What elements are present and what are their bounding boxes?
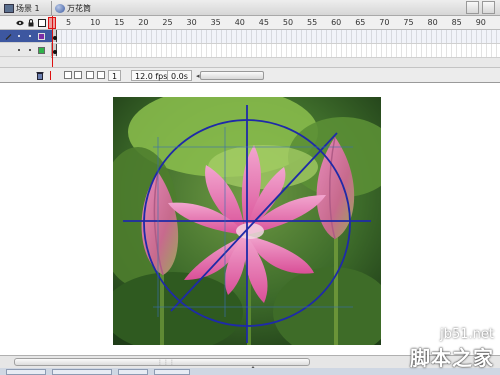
onion-skin-outline-icon[interactable] (74, 71, 82, 79)
breadcrumb-scene[interactable]: 场景 1 (4, 2, 40, 14)
ruler-tick-label: 50 (282, 18, 294, 27)
horizontal-scrollbar[interactable]: ⋮⋮⋮ (14, 358, 310, 366)
eye-icon[interactable] (16, 19, 24, 27)
ruler-tick-label: 55 (307, 18, 318, 27)
frame-row[interactable] (52, 30, 500, 44)
edit-symbol-icon[interactable] (482, 1, 495, 14)
frame-ruler[interactable]: 5101520253035404550556065707580859095 (52, 16, 500, 30)
onion-skin-icon[interactable] (64, 71, 72, 79)
timeline-header: 5101520253035404550556065707580859095 (0, 16, 500, 30)
layer-list (0, 30, 52, 58)
elapsed-time-field[interactable]: 0.0s (167, 70, 192, 81)
ruler-tick-label: 70 (379, 18, 390, 27)
edit-scene-icon[interactable] (466, 1, 479, 14)
ruler-tick-label: 35 (210, 18, 221, 27)
keyframe-dot (53, 50, 57, 54)
lock-dot[interactable] (29, 49, 31, 51)
taskbar-item[interactable] (52, 369, 112, 375)
layer-color-swatch[interactable] (38, 47, 45, 54)
frame-row[interactable] (52, 44, 500, 58)
ruler-tick-label: 65 (355, 18, 366, 27)
ruler-tick-label: 15 (114, 18, 125, 27)
outline-box-icon[interactable] (38, 19, 46, 27)
scroll-left-arrow[interactable]: ◂ (196, 72, 200, 80)
ruler-tick-label: 25 (162, 18, 173, 27)
ruler-tick-label: 85 (451, 18, 462, 27)
timeline-panel: 5101520253035404550556065707580859095 (0, 16, 500, 82)
ruler-tick-label: 75 (403, 18, 414, 27)
keyframe[interactable] (53, 44, 57, 56)
ruler-tick-label: 20 (138, 18, 149, 27)
ruler-tick-label: 80 (427, 18, 438, 27)
ruler-tick-label: 10 (90, 18, 101, 27)
layer-row-selected[interactable] (0, 30, 52, 43)
visibility-dot[interactable] (18, 49, 20, 51)
frame-rate-field[interactable]: 12.0 fps (131, 70, 172, 81)
watermark-name: 脚本之家 (410, 346, 494, 370)
breadcrumb-separator (51, 1, 52, 15)
edit-bar: 场景 1 万花筒 (0, 0, 500, 16)
breadcrumb-symbol[interactable]: 万花筒 (55, 2, 91, 14)
current-frame-field[interactable]: 1 (108, 70, 122, 81)
ruler-tick-label: 45 (258, 18, 269, 27)
ruler-tick-label: 60 (331, 18, 342, 27)
taskbar-item[interactable] (154, 369, 190, 375)
layer-color-swatch[interactable] (38, 33, 45, 40)
lock-dot[interactable] (29, 35, 31, 37)
keyframe-dot (53, 36, 57, 40)
stage[interactable] (0, 83, 500, 356)
ruler-tick-label: 5 (66, 18, 72, 27)
watermark-site: jb51.net (440, 327, 494, 342)
watermark: jb51.net 脚本之家 (410, 327, 494, 371)
timeline-footer: 1 12.0 fps 0.0s ◂ (0, 67, 500, 82)
visibility-dot[interactable] (18, 35, 20, 37)
lotus-photo[interactable] (113, 97, 381, 345)
ruler-tick-label: 40 (234, 18, 245, 27)
movie-clip-symbol-icon (55, 3, 65, 13)
frame-grid[interactable] (52, 30, 500, 58)
ruler-tick-label: 30 (186, 18, 197, 27)
pencil-icon (5, 34, 12, 40)
lock-icon[interactable] (27, 19, 35, 27)
symbol-label: 万花筒 (67, 3, 91, 13)
trash-icon[interactable] (36, 71, 44, 80)
lotus-image (113, 97, 381, 345)
center-frame-marker[interactable] (50, 71, 51, 80)
scene-label: 场景 1 (16, 3, 40, 13)
ruler-tick-label: 90 (475, 18, 486, 27)
modify-onion-markers-icon[interactable] (97, 71, 105, 79)
timeline-scrollbar[interactable] (200, 71, 264, 80)
scene-icon (4, 3, 14, 13)
taskbar-item[interactable] (6, 369, 46, 375)
scrollbar-grip-icon: ⋮⋮⋮ (157, 359, 175, 366)
taskbar-item[interactable] (118, 369, 148, 375)
layer-row[interactable] (0, 44, 52, 57)
edit-multiple-frames-icon[interactable] (86, 71, 94, 79)
keyframe[interactable] (53, 30, 57, 42)
